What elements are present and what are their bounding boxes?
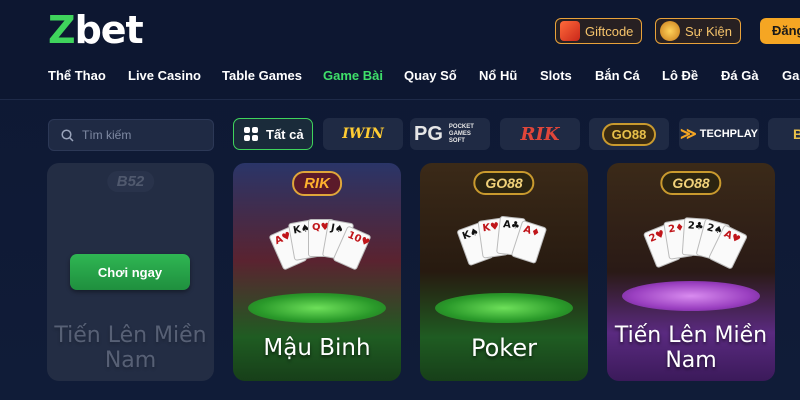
game-card-tien-len-b52[interactable]: B52 Tiến Lên Miền Nam Chơi ngay bbox=[47, 163, 214, 381]
play-now-button[interactable]: Chơi ngay bbox=[70, 254, 190, 290]
nav-lo-de[interactable]: Lô Đề bbox=[662, 68, 698, 83]
nav-da-ga[interactable]: Đá Gà bbox=[721, 68, 759, 83]
event-button[interactable]: Sự Kiện bbox=[655, 18, 742, 44]
provider-pg-name: PG bbox=[414, 122, 443, 145]
provider-pg-sub: POCKET GAMES SOFT bbox=[448, 123, 474, 144]
trophy-icon bbox=[660, 21, 680, 41]
provider-techplay-name: TECHPLAY bbox=[699, 128, 759, 140]
search-input[interactable] bbox=[82, 128, 192, 142]
provider-rik[interactable]: RIK bbox=[500, 118, 580, 150]
card-stage bbox=[622, 281, 760, 311]
provider-techplay[interactable]: ≫ TECHPLAY bbox=[679, 118, 759, 150]
playing-cards-icon: A♥ K♠ Q♥ J♠ 10♥ bbox=[268, 215, 372, 285]
zbet-logo[interactable]: Zbet bbox=[48, 8, 144, 52]
game-card-poker[interactable]: GO88 K♠ K♥ A♣ A♦ Poker bbox=[420, 163, 588, 381]
login-button[interactable]: Đăng bbox=[760, 18, 800, 44]
giftcode-label: Giftcode bbox=[585, 23, 634, 39]
game-title: Tiến Lên Miền Nam bbox=[614, 323, 768, 373]
nav-table-games[interactable]: Table Games bbox=[222, 68, 302, 83]
header: Zbet Giftcode Sự Kiện Đăng Thể Thao Live… bbox=[0, 0, 800, 100]
nav-live-casino[interactable]: Live Casino bbox=[128, 68, 201, 83]
search-icon bbox=[61, 128, 74, 142]
nav-ban-ca[interactable]: Bắn Cá bbox=[595, 68, 640, 83]
nav-the-thao[interactable]: Thể Thao bbox=[48, 68, 106, 83]
provider-go88-name: GO88 bbox=[601, 122, 657, 146]
techplay-icon: ≫ bbox=[679, 126, 697, 143]
game-title: Tiến Lên Miền Nam bbox=[54, 323, 207, 373]
playing-cards-icon: K♠ K♥ A♣ A♦ bbox=[456, 215, 552, 285]
card-stage bbox=[435, 293, 573, 323]
page: Zbet Giftcode Sự Kiện Đăng Thể Thao Live… bbox=[0, 0, 800, 400]
game-title: Mậu Binh bbox=[263, 335, 371, 361]
nav-slots[interactable]: Slots bbox=[540, 68, 572, 83]
main-nav: Thể Thao Live Casino Table Games Game Bà… bbox=[0, 68, 800, 88]
provider-iwin[interactable]: IWIN bbox=[323, 118, 403, 150]
giftcode-button[interactable]: Giftcode bbox=[555, 18, 643, 44]
nav-game-bai[interactable]: Game Bài bbox=[323, 68, 383, 83]
gift-icon bbox=[560, 21, 580, 41]
filter-all-button[interactable]: Tất cả bbox=[233, 118, 313, 150]
provider-badge: B52 bbox=[106, 171, 155, 192]
game-card-mau-binh[interactable]: RIK A♥ K♠ Q♥ J♠ 10♥ Mậu Binh bbox=[233, 163, 401, 381]
nav-more[interactable]: Ga bbox=[782, 68, 799, 83]
provider-badge: RIK bbox=[292, 171, 342, 196]
playing-cards-icon: 2♥ 2♦ 2♣ 2♠ A♥ bbox=[642, 215, 749, 285]
logo-text: bet bbox=[74, 8, 144, 52]
provider-badge: GO88 bbox=[473, 171, 535, 195]
provider-next[interactable]: B bbox=[768, 118, 800, 150]
provider-go88[interactable]: GO88 bbox=[589, 118, 669, 150]
nav-quay-so[interactable]: Quay Số bbox=[404, 68, 457, 83]
game-card-tien-len-go88[interactable]: GO88 2♥ 2♦ 2♣ 2♠ A♥ Tiến Lên Miền Nam bbox=[607, 163, 775, 381]
game-title: Poker bbox=[471, 334, 537, 362]
card-stage bbox=[248, 293, 386, 323]
filter-all-label: Tất cả bbox=[266, 126, 304, 142]
search-box[interactable] bbox=[48, 119, 214, 151]
event-label: Sự Kiện bbox=[685, 23, 733, 39]
grid-icon bbox=[244, 127, 258, 141]
logo-z: Z bbox=[48, 8, 76, 52]
provider-pg[interactable]: PG POCKET GAMES SOFT bbox=[410, 118, 490, 150]
nav-no-hu[interactable]: Nổ Hũ bbox=[479, 68, 517, 83]
provider-badge: GO88 bbox=[660, 171, 722, 195]
